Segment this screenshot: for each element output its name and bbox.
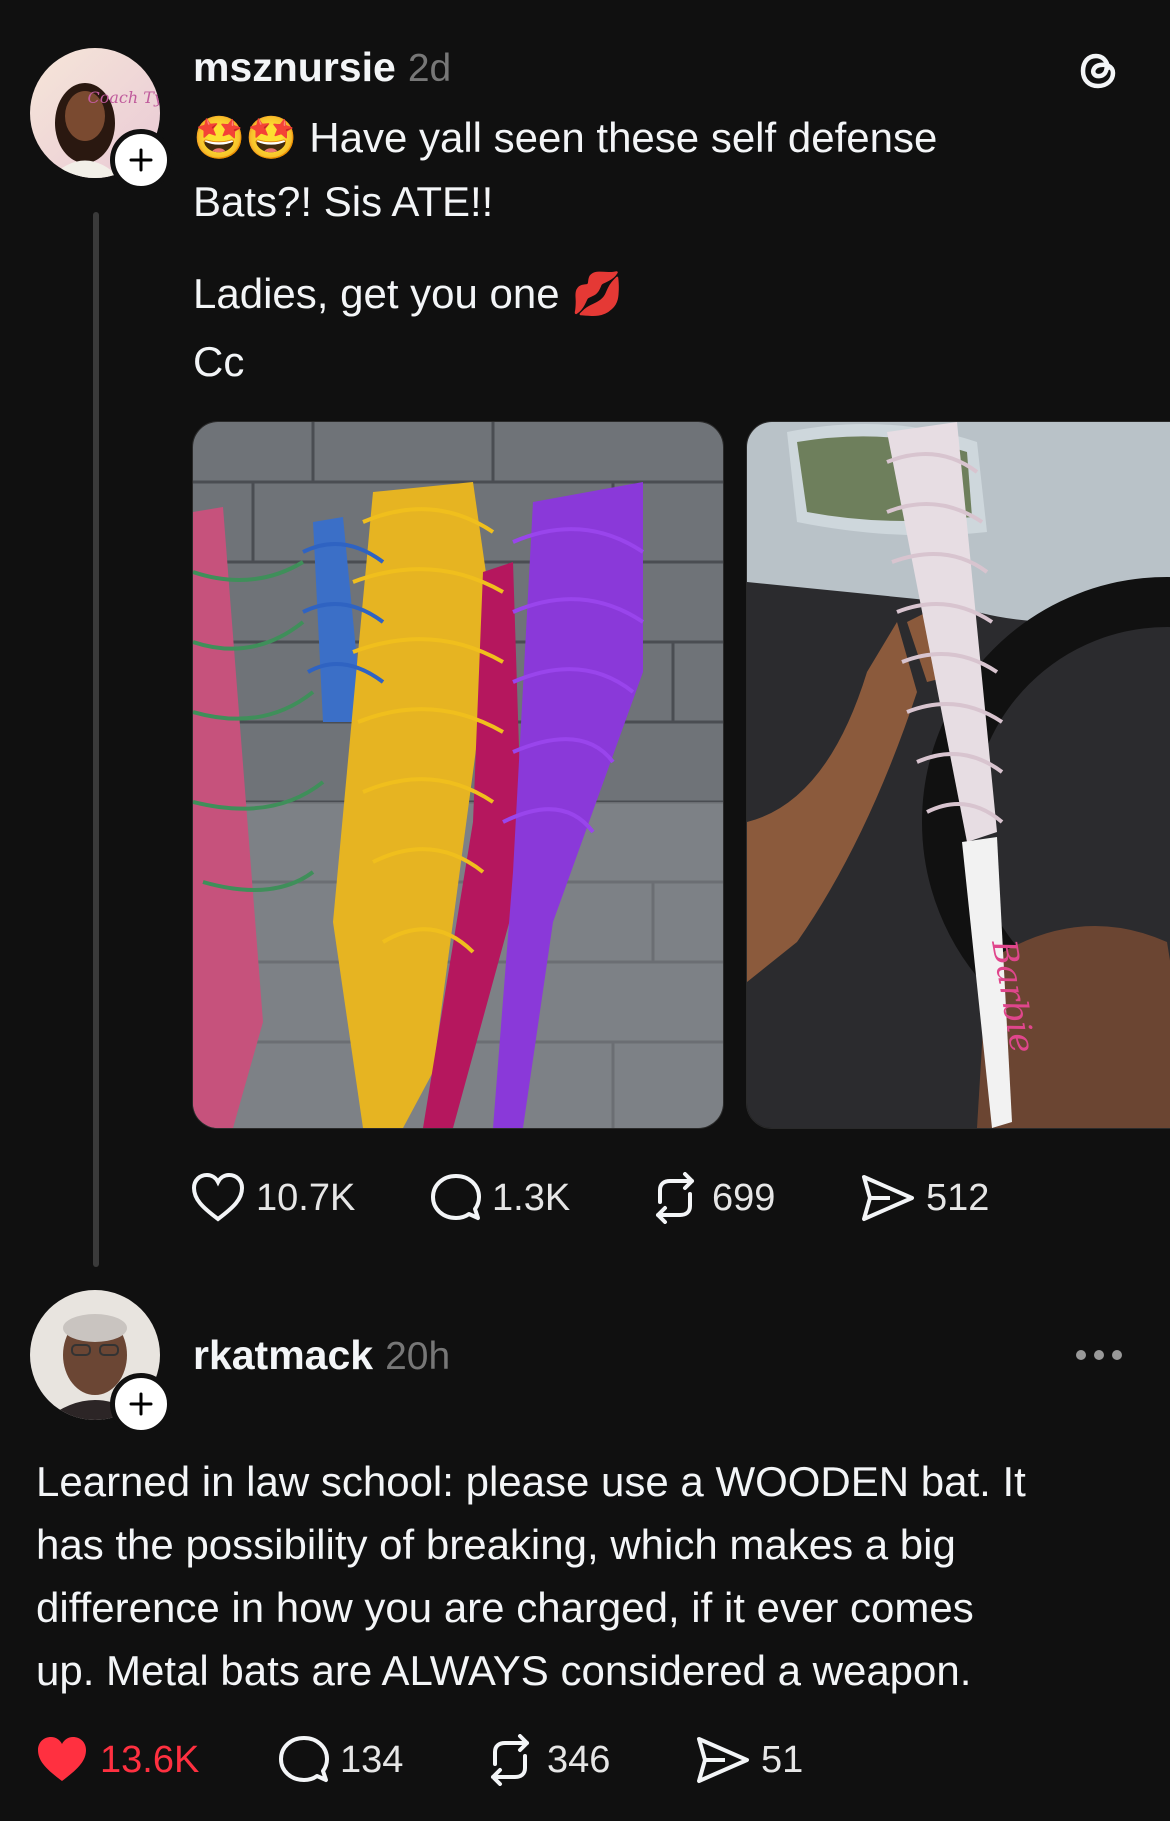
threads-logo-icon[interactable] xyxy=(1075,46,1123,94)
like-button[interactable]: 13.6K xyxy=(34,1734,199,1786)
comment-icon xyxy=(279,1736,329,1782)
post-text-line: Ladies, get you one 💋 xyxy=(193,270,624,317)
reply-text: Learned in law school: please use a WOOD… xyxy=(36,1450,1146,1702)
comment-count: 134 xyxy=(340,1738,404,1781)
like-button[interactable]: 10.7K xyxy=(190,1172,355,1224)
repost-count: 346 xyxy=(547,1738,611,1781)
thread-connector-line xyxy=(93,212,99,1267)
repost-icon xyxy=(491,1734,529,1786)
repost-button[interactable]: 346 xyxy=(483,1734,610,1786)
reply-header: rkatmack 20h xyxy=(193,1332,450,1379)
send-icon xyxy=(862,1175,914,1221)
post-username[interactable]: msznursie xyxy=(193,44,396,90)
follow-plus-button[interactable] xyxy=(110,129,172,191)
repost-icon xyxy=(656,1172,694,1224)
comment-button[interactable]: 134 xyxy=(278,1734,403,1786)
follow-plus-button[interactable] xyxy=(110,1373,172,1435)
post-text-line: Bats?! Sis ATE!! xyxy=(193,178,494,225)
share-count: 51 xyxy=(761,1738,804,1781)
more-dots-icon[interactable] xyxy=(1075,1340,1123,1375)
like-count: 10.7K xyxy=(256,1176,356,1219)
comment-count: 1.3K xyxy=(492,1176,571,1219)
send-icon xyxy=(697,1737,749,1783)
post-image-bats[interactable] xyxy=(192,421,724,1129)
reply-username[interactable]: rkatmack xyxy=(193,1332,373,1378)
repost-button[interactable]: 699 xyxy=(648,1172,775,1224)
reply-time: 20h xyxy=(385,1335,451,1378)
post-text-line: 🤩🤩 Have yall seen these self defense xyxy=(193,114,938,161)
reply-text-line: up. Metal bats are ALWAYS considered a w… xyxy=(36,1647,972,1694)
heart-icon xyxy=(191,1172,245,1222)
heart-filled-icon xyxy=(38,1737,86,1781)
reply-text-line: has the possibility of breaking, which m… xyxy=(36,1521,956,1568)
reply-text-line: difference in how you are charged, if it… xyxy=(36,1584,974,1631)
pink-barbie-bat-in-car-photo: Barbie xyxy=(747,422,1170,1128)
repost-count: 699 xyxy=(712,1176,776,1219)
reply-text-line: Learned in law school: please use a WOOD… xyxy=(36,1458,1026,1505)
share-count: 512 xyxy=(926,1176,990,1219)
svg-text:Coach Tye: Coach Tye xyxy=(88,88,160,107)
share-button[interactable]: 512 xyxy=(860,1172,989,1224)
post-text: 🤩🤩 Have yall seen these self defense Bat… xyxy=(193,106,1123,394)
comment-button[interactable]: 1.3K xyxy=(430,1172,570,1224)
post-time: 2d xyxy=(407,47,452,90)
colorful-barbed-wire-bats-photo xyxy=(193,422,723,1128)
post-image-barbie-bat[interactable]: Barbie xyxy=(746,421,1170,1129)
like-count: 13.6K xyxy=(100,1738,200,1781)
share-button[interactable]: 51 xyxy=(695,1734,803,1786)
post-header: msznursie 2d xyxy=(193,44,451,91)
post-text-line: Cc xyxy=(193,338,245,385)
comment-icon xyxy=(431,1174,481,1220)
